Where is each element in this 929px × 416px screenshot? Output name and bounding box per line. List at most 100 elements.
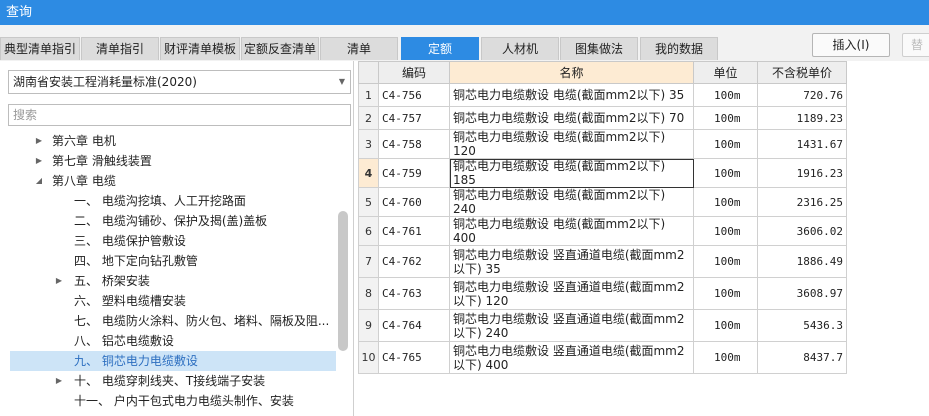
- header-code[interactable]: 编码: [378, 61, 450, 84]
- tree-item[interactable]: 三、 电缆保护管敷设: [10, 231, 336, 251]
- cell-name[interactable]: 铜芯电力电缆敷设 竖直通道电缆(截面mm2以下) 35: [449, 245, 694, 278]
- tree-scrollbar[interactable]: [338, 211, 348, 351]
- table-row[interactable]: 2 C4-757 铜芯电力电缆敷设 电缆(截面mm2以下) 70 100m 11…: [358, 106, 847, 130]
- insert-button[interactable]: 插入(I): [812, 33, 890, 57]
- tree-item[interactable]: 二、 电缆沟铺砂、保护及揭(盖)盖板: [10, 211, 336, 231]
- tab-typical-list-guide[interactable]: 典型清单指引: [0, 37, 80, 60]
- tree-item[interactable]: ▶ 五、 桥架安装: [10, 271, 336, 291]
- row-number: 7: [358, 245, 379, 278]
- tree-item[interactable]: 六、 塑料电缆槽安装: [10, 291, 336, 311]
- cell-unit[interactable]: 100m: [693, 309, 758, 342]
- tree-item[interactable]: ◢ 第八章 电缆: [10, 171, 336, 191]
- cell-price[interactable]: 1916.23: [757, 158, 847, 188]
- collapse-arrow-icon[interactable]: ◢: [34, 171, 44, 191]
- cell-code[interactable]: C4-756: [378, 83, 450, 107]
- tree-item[interactable]: 十一、 户内干包式电力电缆头制作、安装: [10, 391, 336, 411]
- cell-price[interactable]: 5436.3: [757, 309, 847, 342]
- tree-item[interactable]: 四、 地下定向钻孔敷管: [10, 251, 336, 271]
- row-number: 8: [358, 277, 379, 310]
- row-number: 10: [358, 341, 379, 374]
- cell-name[interactable]: 铜芯电力电缆敷设 电缆(截面mm2以下) 70: [449, 106, 694, 130]
- cell-name[interactable]: 铜芯电力电缆敷设 电缆(截面mm2以下) 35: [449, 83, 694, 107]
- header-name[interactable]: 名称: [449, 61, 694, 84]
- tab-quota[interactable]: 定额: [401, 37, 479, 60]
- tab-labor-material-machine[interactable]: 人材机: [481, 37, 559, 60]
- table-row[interactable]: 9 C4-764 铜芯电力电缆敷设 竖直通道电缆(截面mm2以下) 240 10…: [358, 309, 847, 342]
- cell-unit[interactable]: 100m: [693, 187, 758, 217]
- cell-unit[interactable]: 100m: [693, 106, 758, 130]
- cell-unit[interactable]: 100m: [693, 216, 758, 246]
- library-select[interactable]: 湖南省安装工程消耗量标准(2020) ▼: [8, 70, 351, 94]
- tree-item[interactable]: 八、 铝芯电缆敷设: [10, 331, 336, 351]
- expand-arrow-icon[interactable]: ▶: [54, 371, 64, 391]
- tree-item-label: 第六章 电机: [52, 134, 116, 148]
- cell-price[interactable]: 720.76: [757, 83, 847, 107]
- cell-code[interactable]: C4-757: [378, 106, 450, 130]
- cell-price[interactable]: 1886.49: [757, 245, 847, 278]
- tree-item[interactable]: 七、 电缆防火涂料、防火包、堵料、隔板及阻...: [10, 311, 336, 331]
- row-number: 3: [358, 129, 379, 159]
- cell-name-focused[interactable]: 铜芯电力电缆敷设 电缆(截面mm2以下) 185: [449, 158, 694, 188]
- cell-name[interactable]: 铜芯电力电缆敷设 电缆(截面mm2以下) 400: [449, 216, 694, 246]
- cell-price[interactable]: 2316.25: [757, 187, 847, 217]
- header-unit[interactable]: 单位: [693, 61, 758, 84]
- expand-arrow-icon[interactable]: ▶: [54, 271, 64, 291]
- expand-arrow-icon[interactable]: ▶: [34, 131, 44, 151]
- cell-price[interactable]: 8437.7: [757, 341, 847, 374]
- tree-item-selected[interactable]: 九、 铜芯电力电缆敷设: [10, 351, 336, 371]
- cell-code[interactable]: C4-764: [378, 309, 450, 342]
- header-price[interactable]: 不含税单价: [757, 61, 847, 84]
- tree-item-label: 七、 电缆防火涂料、防火包、堵料、隔板及阻...: [74, 314, 330, 328]
- tree-item[interactable]: ▶ 第七章 滑触线装置: [10, 151, 336, 171]
- tree-item[interactable]: ▶ 十、 电缆穿刺线夹、T接线端子安装: [10, 371, 336, 391]
- tree-item[interactable]: ▶ 第六章 电机: [10, 131, 336, 151]
- table-row[interactable]: 1 C4-756 铜芯电力电缆敷设 电缆(截面mm2以下) 35 100m 72…: [358, 83, 847, 107]
- cell-code[interactable]: C4-763: [378, 277, 450, 310]
- cell-price[interactable]: 3608.97: [757, 277, 847, 310]
- row-number: 2: [358, 106, 379, 130]
- cell-code[interactable]: C4-758: [378, 129, 450, 159]
- cell-unit[interactable]: 100m: [693, 341, 758, 374]
- window-title: 查询: [0, 0, 929, 25]
- cell-unit[interactable]: 100m: [693, 277, 758, 310]
- cell-unit[interactable]: 100m: [693, 158, 758, 188]
- cell-price[interactable]: 1431.67: [757, 129, 847, 159]
- cell-code[interactable]: C4-765: [378, 341, 450, 374]
- tab-atlas-method[interactable]: 图集做法: [560, 37, 638, 60]
- tree-item-label: 二、 电缆沟铺砂、保护及揭(盖)盖板: [74, 214, 268, 228]
- library-select-value: 湖南省安装工程消耗量标准(2020): [13, 75, 197, 89]
- cell-name[interactable]: 铜芯电力电缆敷设 竖直通道电缆(截面mm2以下) 120: [449, 277, 694, 310]
- expand-arrow-icon[interactable]: ▶: [34, 151, 44, 171]
- cell-name[interactable]: 铜芯电力电缆敷设 竖直通道电缆(截面mm2以下) 240: [449, 309, 694, 342]
- tree-item[interactable]: 一、 电缆沟挖填、人工开挖路面: [10, 191, 336, 211]
- tab-list-guide[interactable]: 清单指引: [81, 37, 159, 60]
- cell-price[interactable]: 1189.23: [757, 106, 847, 130]
- cell-code[interactable]: C4-760: [378, 187, 450, 217]
- row-number: 5: [358, 187, 379, 217]
- cell-code[interactable]: C4-762: [378, 245, 450, 278]
- cell-name[interactable]: 铜芯电力电缆敷设 电缆(截面mm2以下) 120: [449, 129, 694, 159]
- table-row[interactable]: 7 C4-762 铜芯电力电缆敷设 竖直通道电缆(截面mm2以下) 35 100…: [358, 245, 847, 278]
- table-row[interactable]: 8 C4-763 铜芯电力电缆敷设 竖直通道电缆(截面mm2以下) 120 10…: [358, 277, 847, 310]
- cell-unit[interactable]: 100m: [693, 245, 758, 278]
- tree-item-label: 六、 塑料电缆槽安装: [74, 294, 186, 308]
- tab-bill[interactable]: 清单: [320, 37, 398, 60]
- cell-code[interactable]: C4-761: [378, 216, 450, 246]
- table-row[interactable]: 10 C4-765 铜芯电力电缆敷设 竖直通道电缆(截面mm2以下) 400 1…: [358, 341, 847, 374]
- search-input[interactable]: 搜索: [8, 104, 351, 126]
- cell-code[interactable]: C4-759: [378, 158, 450, 188]
- cell-unit[interactable]: 100m: [693, 129, 758, 159]
- cell-name[interactable]: 铜芯电力电缆敷设 竖直通道电缆(截面mm2以下) 400: [449, 341, 694, 374]
- cell-price[interactable]: 3606.02: [757, 216, 847, 246]
- tab-evaluation-template[interactable]: 财评清单模板: [160, 37, 240, 60]
- cell-name[interactable]: 铜芯电力电缆敷设 电缆(截面mm2以下) 240: [449, 187, 694, 217]
- table-row[interactable]: 6 C4-761 铜芯电力电缆敷设 电缆(截面mm2以下) 400 100m 3…: [358, 216, 847, 246]
- table-row[interactable]: 3 C4-758 铜芯电力电缆敷设 电缆(截面mm2以下) 120 100m 1…: [358, 129, 847, 159]
- tab-quota-reverse-lookup[interactable]: 定额反查清单: [241, 37, 319, 60]
- tab-my-data[interactable]: 我的数据: [640, 37, 718, 60]
- replace-button[interactable]: 替: [902, 33, 929, 57]
- dropdown-arrow-icon[interactable]: ▼: [339, 71, 345, 93]
- cell-unit[interactable]: 100m: [693, 83, 758, 107]
- table-row[interactable]: 5 C4-760 铜芯电力电缆敷设 电缆(截面mm2以下) 240 100m 2…: [358, 187, 847, 217]
- table-row-current[interactable]: 4 C4-759 铜芯电力电缆敷设 电缆(截面mm2以下) 185 100m 1…: [358, 158, 847, 188]
